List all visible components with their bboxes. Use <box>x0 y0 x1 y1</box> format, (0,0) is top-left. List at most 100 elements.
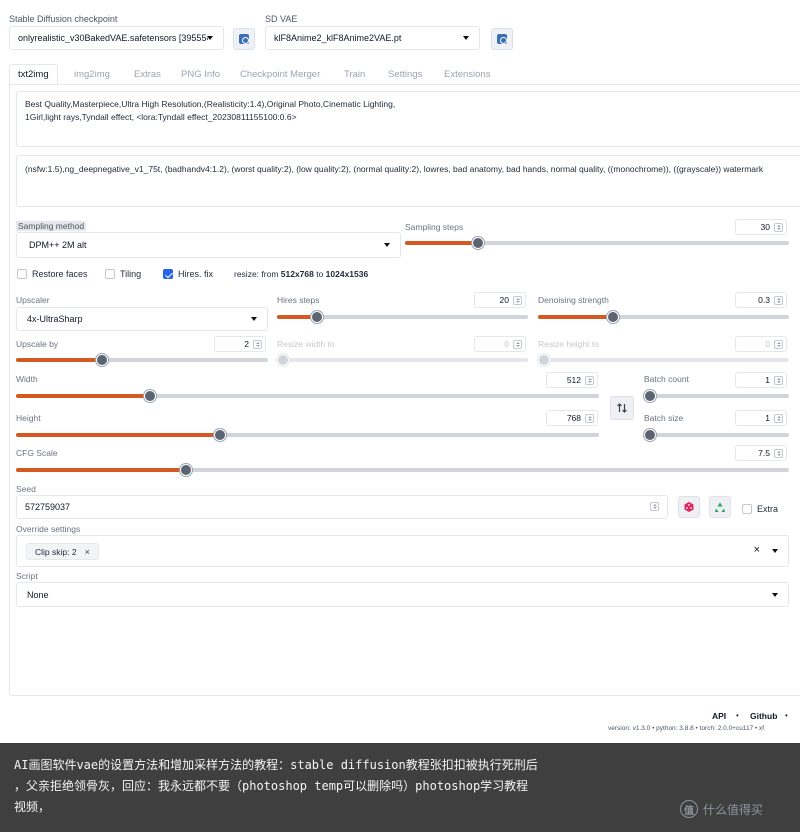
slider-thumb[interactable] <box>644 390 656 402</box>
github-link[interactable]: Github <box>750 711 777 721</box>
width-slider[interactable] <box>16 390 599 402</box>
script-value: None <box>27 589 49 600</box>
upscaler-dropdown[interactable]: 4x-UltraSharp <box>16 307 268 331</box>
tab-extensions[interactable]: Extensions <box>444 64 490 84</box>
slider-thumb[interactable] <box>472 237 484 249</box>
tab-extras[interactable]: Extras <box>134 64 161 84</box>
resize-info: resize: from 512x768 to 1024x1536 <box>234 269 369 279</box>
height-slider[interactable] <box>16 429 599 441</box>
tab-png-info[interactable]: PNG Info <box>181 64 220 84</box>
seed-input[interactable]: 572759037 <box>16 495 668 519</box>
sampling-steps-slider[interactable] <box>405 237 789 249</box>
spinner-icon[interactable] <box>650 502 659 511</box>
hires-steps-slider[interactable] <box>277 311 528 323</box>
batch-count-label: Batch count <box>644 374 689 384</box>
slider-thumb[interactable] <box>214 429 226 441</box>
slider-thumb[interactable] <box>180 464 192 476</box>
watermark: 值 什么值得买 <box>680 800 763 818</box>
spinner-icon[interactable] <box>774 296 783 305</box>
batch-count-input[interactable]: 1 <box>735 372 787 388</box>
caption-line-1: AI画图软件vae的设置方法和增加采样方法的教程：stable diffusio… <box>14 758 538 772</box>
vae-dropdown[interactable]: klF8Anime2_klF8Anime2VAE.pt <box>265 26 480 50</box>
extra-seed-checkbox[interactable] <box>742 504 752 514</box>
caption-line-3: 视频， <box>14 800 51 814</box>
height-input[interactable]: 768 <box>546 410 598 426</box>
remove-tag-icon[interactable]: × <box>85 547 90 557</box>
tab-txt2img[interactable]: txt2img <box>9 64 58 84</box>
refresh-vae-button[interactable] <box>491 28 513 50</box>
reuse-seed-button[interactable] <box>709 496 731 518</box>
resize-width-input[interactable]: 0 <box>474 336 526 352</box>
restore-faces-checkbox[interactable] <box>17 269 27 279</box>
spinner-icon[interactable] <box>774 449 783 458</box>
slider-thumb[interactable] <box>277 354 289 366</box>
tab-img2img[interactable]: img2img <box>74 64 110 84</box>
tiling-label: Tiling <box>120 269 142 279</box>
denoising-strength-input[interactable]: 0.3 <box>735 292 787 308</box>
cfg-scale-slider[interactable] <box>16 464 789 476</box>
hires-fix-checkbox[interactable] <box>163 269 173 279</box>
hires-steps-label: Hires steps <box>277 295 320 305</box>
spinner-icon[interactable] <box>774 223 783 232</box>
slider-thumb[interactable] <box>538 354 550 366</box>
batch-count-slider[interactable] <box>644 390 789 402</box>
spinner-icon[interactable] <box>774 376 783 385</box>
tab-train[interactable]: Train <box>344 64 365 84</box>
override-tag: Clip skip: 2 × <box>26 543 99 560</box>
spinner-icon[interactable] <box>513 340 522 349</box>
refresh-checkpoint-button[interactable] <box>233 28 255 50</box>
random-seed-button[interactable] <box>678 496 700 518</box>
version-info: version: v1.3.0 • python: 3.8.8 • torch:… <box>608 725 765 732</box>
tab-settings[interactable]: Settings <box>388 64 422 84</box>
upscale-by-input[interactable]: 2 <box>214 336 266 352</box>
tiling-checkbox[interactable] <box>105 269 115 279</box>
footer-separator: • <box>785 711 788 720</box>
spinner-icon[interactable] <box>585 414 594 423</box>
batch-size-slider[interactable] <box>644 429 789 441</box>
sampling-steps-input[interactable]: 30 <box>735 219 787 235</box>
spinner-icon[interactable] <box>253 340 262 349</box>
upscale-by-slider[interactable] <box>16 354 268 366</box>
refresh-icon <box>497 34 507 44</box>
tab-checkpoint-merger[interactable]: Checkpoint Merger <box>240 64 320 84</box>
denoising-strength-slider[interactable] <box>538 311 789 323</box>
checkpoint-label: Stable Diffusion checkpoint <box>9 14 118 24</box>
width-input[interactable]: 512 <box>546 372 598 388</box>
clear-all-icon[interactable]: × <box>754 544 760 556</box>
chevron-down-icon <box>384 243 390 247</box>
negative-prompt-textarea[interactable]: (nsfw:1.5),ng_deepnegative_v1_75t, (badh… <box>16 155 800 207</box>
script-dropdown[interactable]: None <box>16 582 789 607</box>
slider-thumb[interactable] <box>311 311 323 323</box>
override-settings-field[interactable]: Clip skip: 2 × × <box>16 535 789 567</box>
batch-size-input[interactable]: 1 <box>735 410 787 426</box>
hires-steps-input[interactable]: 20 <box>474 292 526 308</box>
checkpoint-dropdown[interactable]: onlyrealistic_v30BakedVAE.safetensors [3… <box>9 26 224 50</box>
api-link[interactable]: API <box>712 711 726 721</box>
resize-width-slider[interactable] <box>277 354 528 366</box>
sampling-method-dropdown[interactable]: DPM++ 2M alt <box>16 232 401 258</box>
spinner-icon[interactable] <box>513 296 522 305</box>
resize-width-label: Resize width to <box>277 339 335 349</box>
swap-dimensions-button[interactable] <box>610 396 634 420</box>
override-settings-label: Override settings <box>16 524 81 534</box>
resize-height-slider[interactable] <box>538 354 789 366</box>
checkpoint-value: onlyrealistic_v30BakedVAE.safetensors [3… <box>18 33 208 43</box>
prompt-textarea[interactable]: Best Quality,Masterpiece,Ultra High Reso… <box>16 91 800 147</box>
slider-thumb[interactable] <box>607 311 619 323</box>
caption-text: AI画图软件vae的设置方法和增加采样方法的教程：stable diffusio… <box>14 755 654 818</box>
cfg-scale-input[interactable]: 7.5 <box>735 445 787 461</box>
watermark-text: 什么值得买 <box>703 802 764 817</box>
slider-thumb[interactable] <box>144 390 156 402</box>
spinner-icon[interactable] <box>585 376 594 385</box>
seed-label: Seed <box>16 484 36 494</box>
resize-height-label: Resize height to <box>538 339 599 349</box>
slider-thumb[interactable] <box>96 354 108 366</box>
slider-thumb[interactable] <box>644 429 656 441</box>
chevron-down-icon[interactable] <box>772 549 778 553</box>
script-label: Script <box>16 571 38 581</box>
spinner-icon[interactable] <box>774 340 783 349</box>
resize-height-input[interactable]: 0 <box>735 336 787 352</box>
chevron-down-icon <box>772 592 778 597</box>
upscaler-value: 4x-UltraSharp <box>27 314 83 324</box>
spinner-icon[interactable] <box>774 414 783 423</box>
